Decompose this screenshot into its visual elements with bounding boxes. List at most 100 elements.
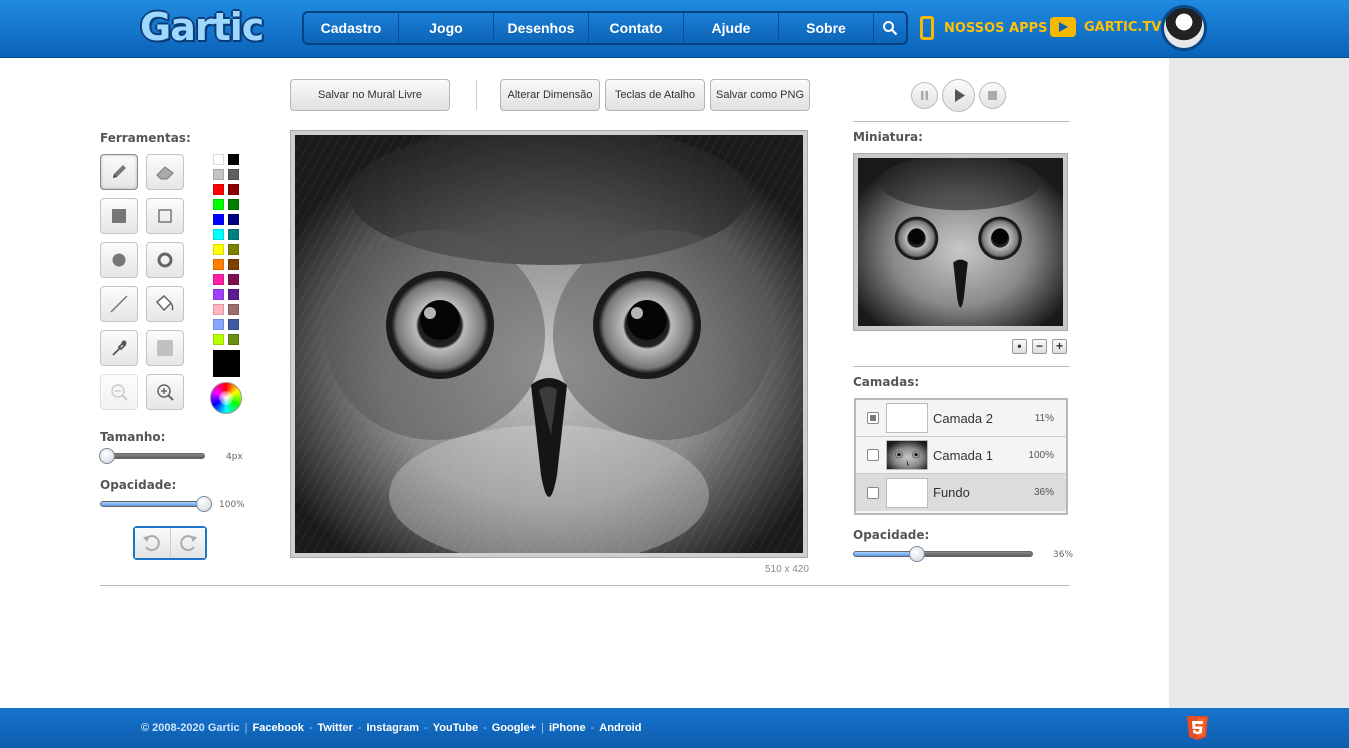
layer-opacity-label: Opacidade: (853, 528, 930, 542)
opacity-slider[interactable] (100, 496, 212, 512)
nav-ajude[interactable]: Ajude (684, 13, 779, 43)
layers-label: Camadas: (853, 375, 920, 389)
color-swatch[interactable] (213, 154, 224, 165)
zoom-in-icon[interactable] (146, 374, 184, 410)
color-swatch[interactable] (213, 229, 224, 240)
play-icon (1050, 17, 1076, 37)
save-mural-button[interactable]: Salvar no Mural Livre (290, 79, 450, 111)
color-swatch[interactable] (213, 169, 224, 180)
square-stamp-icon[interactable] (146, 330, 184, 366)
shortcuts-button[interactable]: Teclas de Atalho (605, 79, 705, 111)
search-icon[interactable] (874, 13, 905, 43)
color-swatch[interactable] (213, 214, 224, 225)
color-swatch[interactable] (213, 304, 224, 315)
size-slider-thumb[interactable] (99, 448, 115, 464)
footer-link-instagram[interactable]: Instagram (366, 722, 419, 734)
nav-cadastro[interactable]: Cadastro (304, 13, 399, 43)
color-swatch[interactable] (213, 289, 224, 300)
color-swatch[interactable] (228, 304, 239, 315)
site-header: Gartic Cadastro Jogo Desenhos Contato Aj… (0, 0, 1349, 58)
line-icon[interactable] (100, 286, 138, 322)
size-value: 4px (226, 452, 243, 462)
undo-icon[interactable] (135, 528, 170, 558)
layer-opacity-value: 36% (1053, 550, 1074, 560)
zoom-plus-icon[interactable]: + (1052, 339, 1067, 354)
nav-contato[interactable]: Contato (589, 13, 684, 43)
gartic-logo[interactable]: Gartic (140, 5, 264, 49)
nav-desenhos[interactable]: Desenhos (494, 13, 589, 43)
nav-jogo[interactable]: Jogo (399, 13, 494, 43)
footer-link-youtube[interactable]: YouTube (433, 722, 478, 734)
layer-row[interactable]: Fundo 36% (856, 474, 1066, 511)
color-swatch[interactable] (228, 214, 239, 225)
color-swatch[interactable] (213, 184, 224, 195)
zoom-out-icon[interactable] (100, 374, 138, 410)
opacity-value: 100% (219, 500, 245, 510)
layer-row[interactable]: Camada 2 11% (856, 400, 1066, 437)
color-swatch[interactable] (213, 199, 224, 210)
color-swatch[interactable] (228, 169, 239, 180)
color-swatch[interactable] (213, 274, 224, 285)
layer-opacity-thumb[interactable] (909, 546, 925, 562)
footer-link-twitter[interactable]: Twitter (318, 722, 353, 734)
paint-bucket-icon[interactable] (146, 286, 184, 322)
color-swatch[interactable] (228, 289, 239, 300)
layer-visibility-checkbox[interactable] (867, 449, 879, 461)
gartic-tv-link[interactable]: GARTIC.TV (1050, 17, 1161, 37)
layer-percent: 36% (1033, 487, 1054, 498)
layer-name: Camada 2 (933, 410, 993, 426)
change-dimension-button[interactable]: Alterar Dimensão (500, 79, 600, 111)
color-swatch[interactable] (228, 334, 239, 345)
footer-link-iphone[interactable]: iPhone (549, 722, 586, 734)
color-swatch[interactable] (213, 319, 224, 330)
opacity-slider-thumb[interactable] (196, 496, 212, 512)
user-avatar[interactable] (1161, 5, 1207, 51)
color-swatch[interactable] (228, 184, 239, 195)
zoom-minus-icon[interactable]: − (1032, 339, 1047, 354)
apps-link[interactable]: NOSSOS APPS (920, 16, 1048, 40)
eraser-icon[interactable] (146, 154, 184, 190)
drawing-canvas[interactable] (295, 135, 803, 553)
color-swatch[interactable] (228, 319, 239, 330)
rectangle-outline-icon[interactable] (146, 198, 184, 234)
divider (853, 366, 1070, 367)
color-swatch[interactable] (228, 199, 239, 210)
color-swatch[interactable] (213, 244, 224, 255)
zoom-reset-icon[interactable]: • (1012, 339, 1027, 354)
right-gray-area (1169, 58, 1349, 708)
color-swatch[interactable] (228, 229, 239, 240)
color-swatch[interactable] (228, 154, 239, 165)
tv-label: GARTIC.TV (1084, 19, 1162, 35)
color-swatch[interactable] (213, 334, 224, 345)
stop-icon[interactable] (979, 82, 1006, 109)
size-label: Tamanho: (100, 430, 166, 444)
layer-visibility-checkbox[interactable] (867, 412, 879, 424)
redo-icon[interactable] (169, 528, 205, 558)
footer-link-android[interactable]: Android (599, 722, 641, 734)
current-color (213, 350, 240, 377)
filled-circle-icon[interactable] (100, 242, 138, 278)
size-slider[interactable] (99, 448, 205, 464)
eyedropper-icon[interactable] (100, 330, 138, 366)
circle-outline-icon[interactable] (146, 242, 184, 278)
color-swatch[interactable] (213, 259, 224, 270)
layer-row[interactable]: Camada 1 100% (856, 437, 1066, 474)
footer-link-googleplus[interactable]: Google+ (492, 722, 536, 734)
layers-panel: Camada 2 11% Camada 1 100% Fundo 36% (854, 398, 1068, 515)
nav-sobre[interactable]: Sobre (779, 13, 874, 43)
pause-icon[interactable] (911, 82, 938, 109)
save-png-button[interactable]: Salvar como PNG (710, 79, 810, 111)
footer-link-facebook[interactable]: Facebook (252, 722, 303, 734)
filled-rectangle-icon[interactable] (100, 198, 138, 234)
layer-opacity-slider[interactable] (853, 546, 1033, 562)
color-swatch[interactable] (228, 274, 239, 285)
pencil-icon[interactable] (100, 154, 138, 190)
color-wheel-icon[interactable] (210, 382, 242, 414)
apps-label: NOSSOS APPS (944, 20, 1048, 36)
color-swatch[interactable] (228, 259, 239, 270)
footer-links: © 2008-2020 Gartic | Facebook - Twitter - Inst… (141, 722, 642, 734)
layer-visibility-checkbox[interactable] (867, 486, 879, 499)
color-swatch[interactable] (228, 244, 239, 255)
play-button-icon[interactable] (942, 79, 975, 112)
drawing-canvas-frame (290, 130, 808, 558)
